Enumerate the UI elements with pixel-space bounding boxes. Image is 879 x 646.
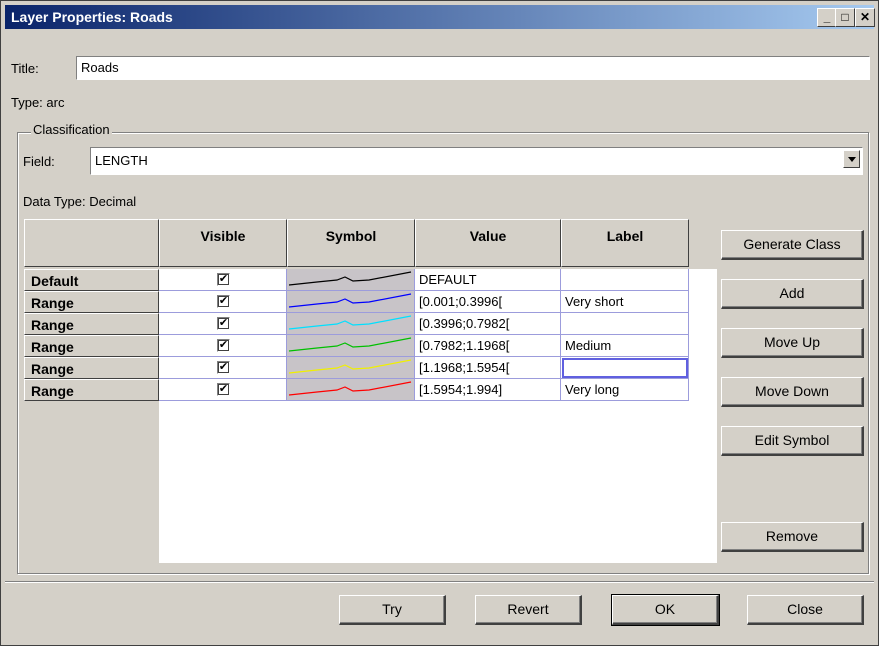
label-cell[interactable] xyxy=(561,357,689,379)
grid-corner-header xyxy=(24,219,159,267)
value-cell[interactable]: [0.3996;0.7982[ xyxy=(415,313,561,335)
separator xyxy=(5,581,874,583)
visible-checkbox[interactable]: ✔ xyxy=(217,361,230,374)
label-cell[interactable]: Medium xyxy=(561,335,689,357)
visible-checkbox[interactable]: ✔ xyxy=(217,383,230,396)
chevron-down-icon[interactable] xyxy=(843,150,860,168)
row-header[interactable]: Range xyxy=(24,313,159,335)
visible-checkbox[interactable]: ✔ xyxy=(217,273,230,286)
classification-legend: Classification xyxy=(31,122,112,137)
line-symbol-icon xyxy=(288,293,412,308)
line-symbol-icon xyxy=(288,381,412,396)
visible-cell[interactable]: ✔ xyxy=(159,269,287,291)
generate-class-button[interactable]: Generate Class xyxy=(721,230,864,260)
minimize-button[interactable]: _ xyxy=(817,8,837,27)
line-symbol-icon xyxy=(288,359,412,374)
row-header[interactable]: Default xyxy=(24,269,159,291)
label-cell[interactable] xyxy=(561,313,689,335)
label-cell[interactable] xyxy=(561,269,689,291)
layer-properties-dialog: Layer Properties: Roads _ □ ✕ Title: Roa… xyxy=(0,0,879,646)
add-button[interactable]: Add xyxy=(721,279,864,309)
field-select[interactable]: LENGTH xyxy=(90,147,863,175)
field-select-value: LENGTH xyxy=(95,153,148,168)
close-window-button[interactable]: ✕ xyxy=(855,8,875,27)
visible-cell[interactable]: ✔ xyxy=(159,335,287,357)
type-text: Type: arc xyxy=(11,95,65,110)
move-down-button[interactable]: Move Down xyxy=(721,377,864,407)
field-label: Field: xyxy=(23,154,55,169)
maximize-button[interactable]: □ xyxy=(835,8,855,27)
value-cell[interactable]: [0.7982;1.1968[ xyxy=(415,335,561,357)
row-header[interactable]: Range xyxy=(24,357,159,379)
symbol-cell[interactable] xyxy=(287,313,415,335)
remove-button[interactable]: Remove xyxy=(721,522,864,552)
edit-symbol-button[interactable]: Edit Symbol xyxy=(721,426,864,456)
visible-checkbox[interactable]: ✔ xyxy=(217,339,230,352)
visible-cell[interactable]: ✔ xyxy=(159,313,287,335)
visible-cell[interactable]: ✔ xyxy=(159,291,287,313)
value-cell[interactable]: [1.1968;1.5954[ xyxy=(415,357,561,379)
symbol-cell[interactable] xyxy=(287,335,415,357)
close-button[interactable]: Close xyxy=(747,595,864,625)
column-header-visible[interactable]: Visible xyxy=(159,219,287,267)
column-header-value[interactable]: Value xyxy=(415,219,561,267)
title-label: Title: xyxy=(11,61,39,76)
visible-checkbox[interactable]: ✔ xyxy=(217,317,230,330)
window-title: Layer Properties: Roads xyxy=(11,9,173,25)
symbol-cell[interactable] xyxy=(287,379,415,401)
label-cell[interactable]: Very short xyxy=(561,291,689,313)
visible-checkbox[interactable]: ✔ xyxy=(217,295,230,308)
label-cell[interactable]: Very long xyxy=(561,379,689,401)
revert-button[interactable]: Revert xyxy=(475,595,582,625)
symbol-cell[interactable] xyxy=(287,291,415,313)
visible-cell[interactable]: ✔ xyxy=(159,357,287,379)
line-symbol-icon xyxy=(288,271,412,286)
move-up-button[interactable]: Move Up xyxy=(721,328,864,358)
symbol-cell[interactable] xyxy=(287,269,415,291)
ok-button[interactable]: OK xyxy=(611,594,720,626)
row-header[interactable]: Range xyxy=(24,379,159,401)
classification-grid: Visible Symbol Value Label Default ✔ DEFAU… xyxy=(24,219,717,563)
value-cell[interactable]: [1.5954;1.994] xyxy=(415,379,561,401)
data-type-text: Data Type: Decimal xyxy=(23,194,137,209)
value-cell[interactable]: [0.001;0.3996[ xyxy=(415,291,561,313)
line-symbol-icon xyxy=(288,337,412,352)
column-header-symbol[interactable]: Symbol xyxy=(287,219,415,267)
try-button[interactable]: Try xyxy=(339,595,446,625)
row-header[interactable]: Range xyxy=(24,335,159,357)
line-symbol-icon xyxy=(288,315,412,330)
value-cell[interactable]: DEFAULT xyxy=(415,269,561,291)
visible-cell[interactable]: ✔ xyxy=(159,379,287,401)
title-bar[interactable]: Layer Properties: Roads _ □ ✕ xyxy=(5,5,875,29)
title-input[interactable]: Roads xyxy=(76,56,870,80)
row-header[interactable]: Range xyxy=(24,291,159,313)
column-header-label[interactable]: Label xyxy=(561,219,689,267)
symbol-cell[interactable] xyxy=(287,357,415,379)
